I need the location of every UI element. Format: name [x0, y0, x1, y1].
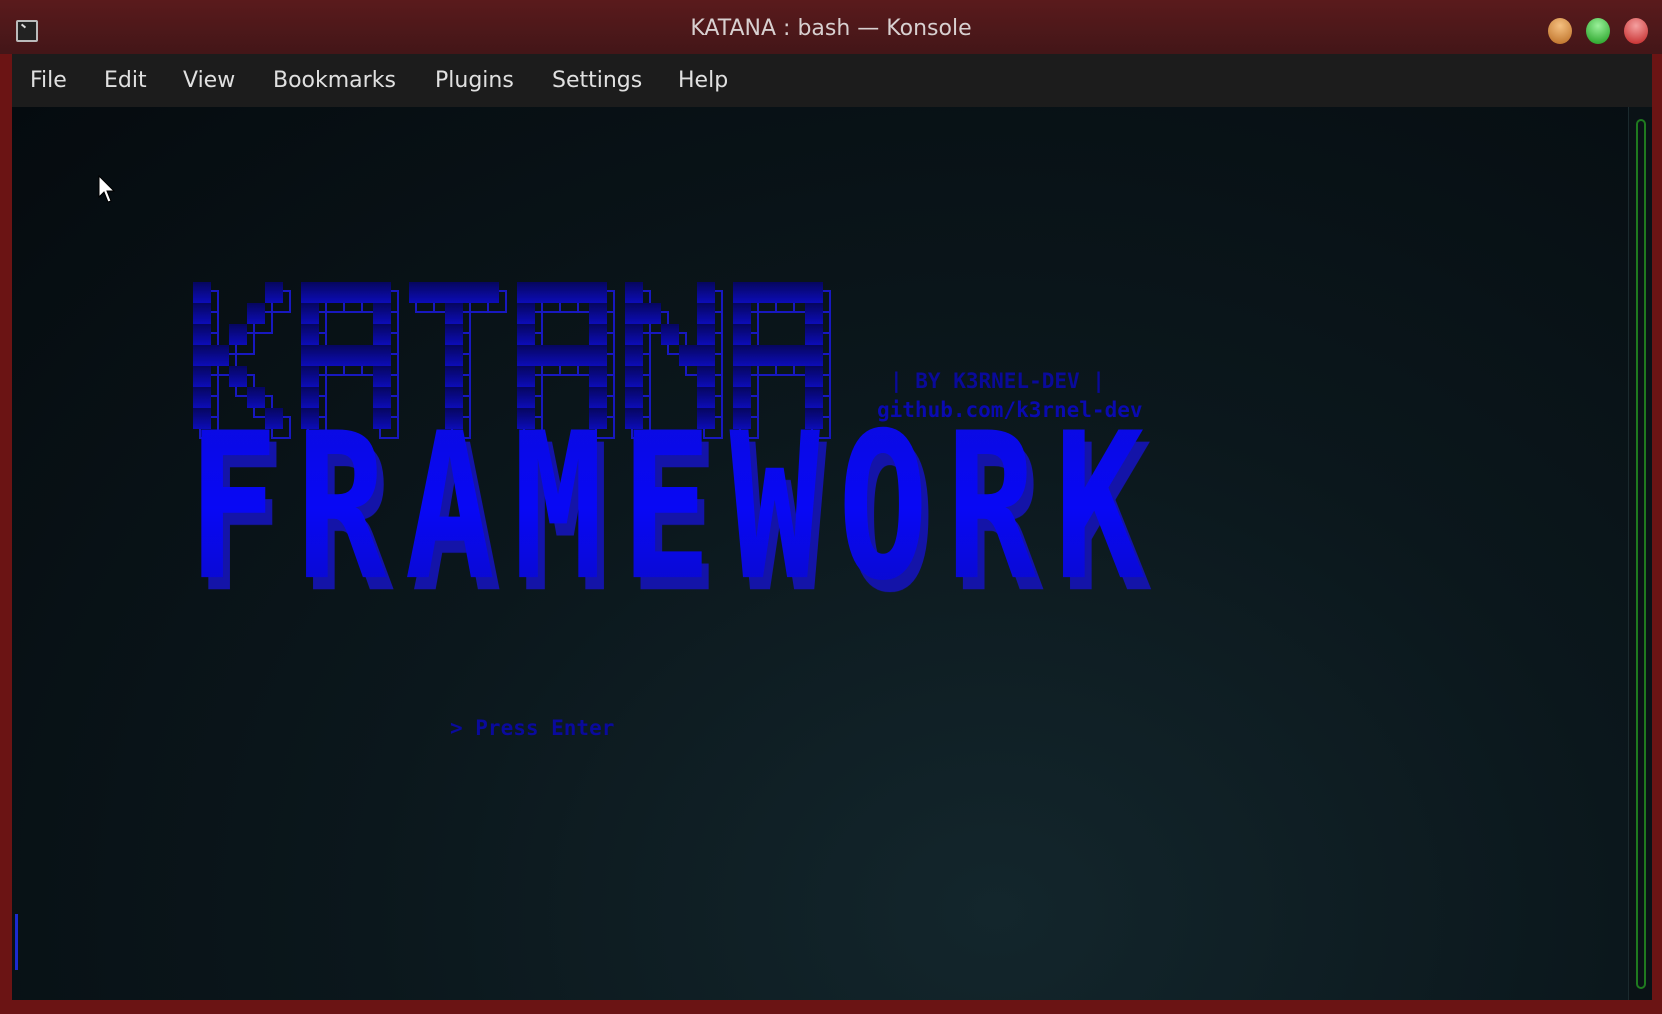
minimize-button[interactable] — [1548, 18, 1572, 44]
github-link-text: github.com/k3rnel-dev — [877, 398, 1143, 422]
title-bar: KATANA : bash — Konsole — [0, 0, 1662, 54]
scrollbar[interactable] — [1628, 107, 1652, 1000]
menu-bookmarks[interactable]: Bookmarks — [273, 68, 396, 93]
menu-settings[interactable]: Settings — [552, 68, 642, 93]
menu-help[interactable]: Help — [678, 68, 728, 93]
byline-text: | BY K3RNEL-DEV | — [890, 369, 1105, 393]
terminal-area[interactable]: FRAMEWORK | BY K3RNEL-DEV | github.com/k… — [12, 107, 1652, 1000]
window-title: KATANA : bash — Konsole — [690, 16, 972, 41]
menu-bar: File Edit View Bookmarks Plugins Setting… — [12, 54, 1652, 107]
close-button[interactable] — [1624, 18, 1648, 44]
banner-line-framework: FRAMEWORK — [188, 390, 1163, 626]
menu-plugins[interactable]: Plugins — [435, 68, 514, 93]
scrollbar-thumb[interactable] — [1636, 119, 1646, 989]
menu-file[interactable]: File — [30, 68, 67, 93]
menu-view[interactable]: View — [183, 68, 235, 93]
mouse-pointer-icon — [98, 175, 116, 203]
maximize-button[interactable] — [1586, 18, 1610, 44]
menu-edit[interactable]: Edit — [104, 68, 147, 93]
press-enter-prompt: > Press Enter — [450, 716, 615, 740]
text-cursor — [15, 914, 18, 970]
